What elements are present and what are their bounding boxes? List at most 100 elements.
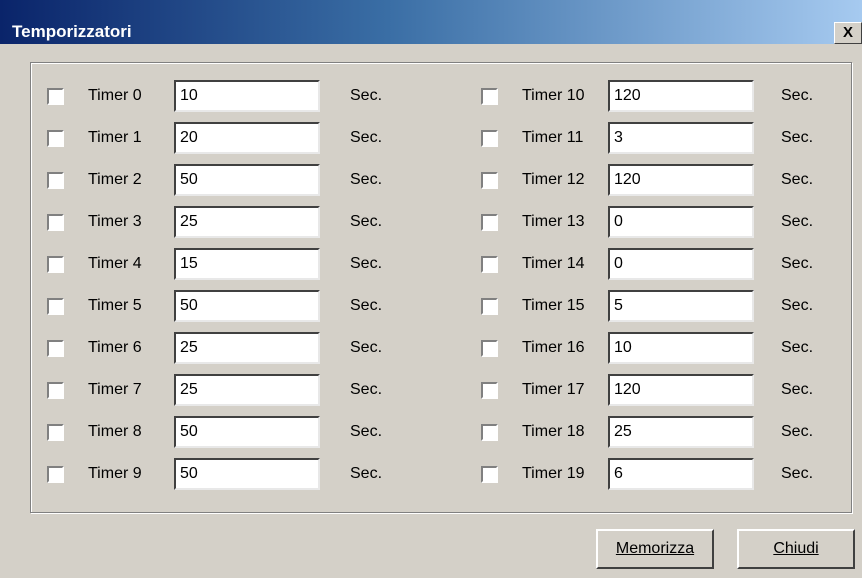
timer-label: Timer 12	[522, 171, 585, 188]
timer-unit-label: Sec.	[350, 423, 383, 440]
timer-row: Timer 6 Sec.	[0, 332, 428, 364]
timer-label: Timer 3	[88, 213, 142, 230]
timer-row: Timer 14 Sec.	[434, 248, 862, 280]
timer-row: Timer 13 Sec.	[434, 206, 862, 238]
timer-unit-label: Sec.	[781, 465, 814, 482]
timer-row: Timer 10 Sec.	[434, 80, 862, 112]
timer-row: Timer 0 Sec.	[0, 80, 428, 112]
timer-checkbox[interactable]	[481, 340, 498, 357]
timer-checkbox[interactable]	[47, 340, 64, 357]
timer-value-input[interactable]	[608, 290, 754, 322]
timer-label: Timer 13	[522, 213, 585, 230]
timer-unit-label: Sec.	[781, 381, 814, 398]
timer-label: Timer 7	[88, 381, 142, 398]
timer-value-input[interactable]	[174, 248, 320, 280]
timer-label: Timer 5	[88, 297, 142, 314]
window-title: Temporizzatori	[12, 22, 132, 41]
timer-value-input[interactable]	[174, 290, 320, 322]
timer-value-input[interactable]	[174, 458, 320, 490]
timer-unit-label: Sec.	[781, 213, 814, 230]
timer-value-input[interactable]	[608, 248, 754, 280]
timer-label: Timer 10	[522, 87, 585, 104]
timer-value-input[interactable]	[174, 374, 320, 406]
timer-value-input[interactable]	[174, 164, 320, 196]
timer-value-input[interactable]	[174, 122, 320, 154]
timer-label: Timer 19	[522, 465, 585, 482]
timer-unit-label: Sec.	[781, 339, 814, 356]
timer-unit-label: Sec.	[350, 339, 383, 356]
timer-unit-label: Sec.	[781, 87, 814, 104]
timer-label: Timer 16	[522, 339, 585, 356]
timer-checkbox[interactable]	[481, 88, 498, 105]
timer-label: Timer 6	[88, 339, 142, 356]
close-dialog-button[interactable]: Chiudi	[737, 529, 855, 569]
timer-unit-label: Sec.	[350, 87, 383, 104]
timer-row: Timer 11 Sec.	[434, 122, 862, 154]
timer-unit-label: Sec.	[350, 465, 383, 482]
timer-row: Timer 12 Sec.	[434, 164, 862, 196]
timer-checkbox[interactable]	[481, 256, 498, 273]
timer-value-input[interactable]	[608, 374, 754, 406]
timer-row: Timer 3 Sec.	[0, 206, 428, 238]
timer-row: Timer 8 Sec.	[0, 416, 428, 448]
timer-unit-label: Sec.	[350, 213, 383, 230]
timer-row: Timer 9 Sec.	[0, 458, 428, 490]
timer-value-input[interactable]	[608, 416, 754, 448]
timer-checkbox[interactable]	[481, 172, 498, 189]
timer-value-input[interactable]	[174, 206, 320, 238]
timer-unit-label: Sec.	[350, 381, 383, 398]
timer-checkbox[interactable]	[47, 382, 64, 399]
timer-checkbox[interactable]	[47, 466, 64, 483]
timer-unit-label: Sec.	[781, 171, 814, 188]
timer-value-input[interactable]	[608, 164, 754, 196]
timer-unit-label: Sec.	[781, 297, 814, 314]
timer-value-input[interactable]	[608, 458, 754, 490]
title-bar[interactable]: Temporizzatori X	[0, 0, 862, 44]
timer-row: Timer 16 Sec.	[434, 332, 862, 364]
timer-checkbox[interactable]	[481, 214, 498, 231]
timer-value-input[interactable]	[174, 332, 320, 364]
timer-checkbox[interactable]	[481, 130, 498, 147]
timer-checkbox[interactable]	[47, 172, 64, 189]
timer-label: Timer 17	[522, 381, 585, 398]
timer-value-input[interactable]	[608, 332, 754, 364]
close-button[interactable]: X	[834, 22, 862, 44]
timer-value-input[interactable]	[174, 80, 320, 112]
timer-row: Timer 19 Sec.	[434, 458, 862, 490]
timer-checkbox[interactable]	[47, 256, 64, 273]
save-button[interactable]: Memorizza	[596, 529, 714, 569]
timer-label: Timer 0	[88, 87, 142, 104]
timer-checkbox[interactable]	[47, 424, 64, 441]
timer-checkbox[interactable]	[47, 88, 64, 105]
timer-value-input[interactable]	[608, 122, 754, 154]
timer-unit-label: Sec.	[350, 129, 383, 146]
timer-row: Timer 1 Sec.	[0, 122, 428, 154]
timer-row: Timer 4 Sec.	[0, 248, 428, 280]
timer-label: Timer 9	[88, 465, 142, 482]
timer-checkbox[interactable]	[481, 466, 498, 483]
timer-label: Timer 15	[522, 297, 585, 314]
timer-unit-label: Sec.	[781, 423, 814, 440]
timer-value-input[interactable]	[608, 80, 754, 112]
timer-row: Timer 18 Sec.	[434, 416, 862, 448]
timer-row: Timer 5 Sec.	[0, 290, 428, 322]
timer-row: Timer 7 Sec.	[0, 374, 428, 406]
timer-unit-label: Sec.	[350, 297, 383, 314]
timer-label: Timer 1	[88, 129, 142, 146]
timer-checkbox[interactable]	[47, 214, 64, 231]
timer-label: Timer 2	[88, 171, 142, 188]
timer-checkbox[interactable]	[47, 130, 64, 147]
timer-value-input[interactable]	[174, 416, 320, 448]
timer-checkbox[interactable]	[481, 424, 498, 441]
timer-unit-label: Sec.	[350, 255, 383, 272]
timer-checkbox[interactable]	[481, 298, 498, 315]
timer-unit-label: Sec.	[781, 255, 814, 272]
timer-unit-label: Sec.	[350, 171, 383, 188]
timer-label: Timer 14	[522, 255, 585, 272]
timer-label: Timer 11	[522, 129, 584, 146]
timer-checkbox[interactable]	[47, 298, 64, 315]
timer-label: Timer 8	[88, 423, 142, 440]
timer-value-input[interactable]	[608, 206, 754, 238]
timer-label: Timer 4	[88, 255, 142, 272]
timer-checkbox[interactable]	[481, 382, 498, 399]
